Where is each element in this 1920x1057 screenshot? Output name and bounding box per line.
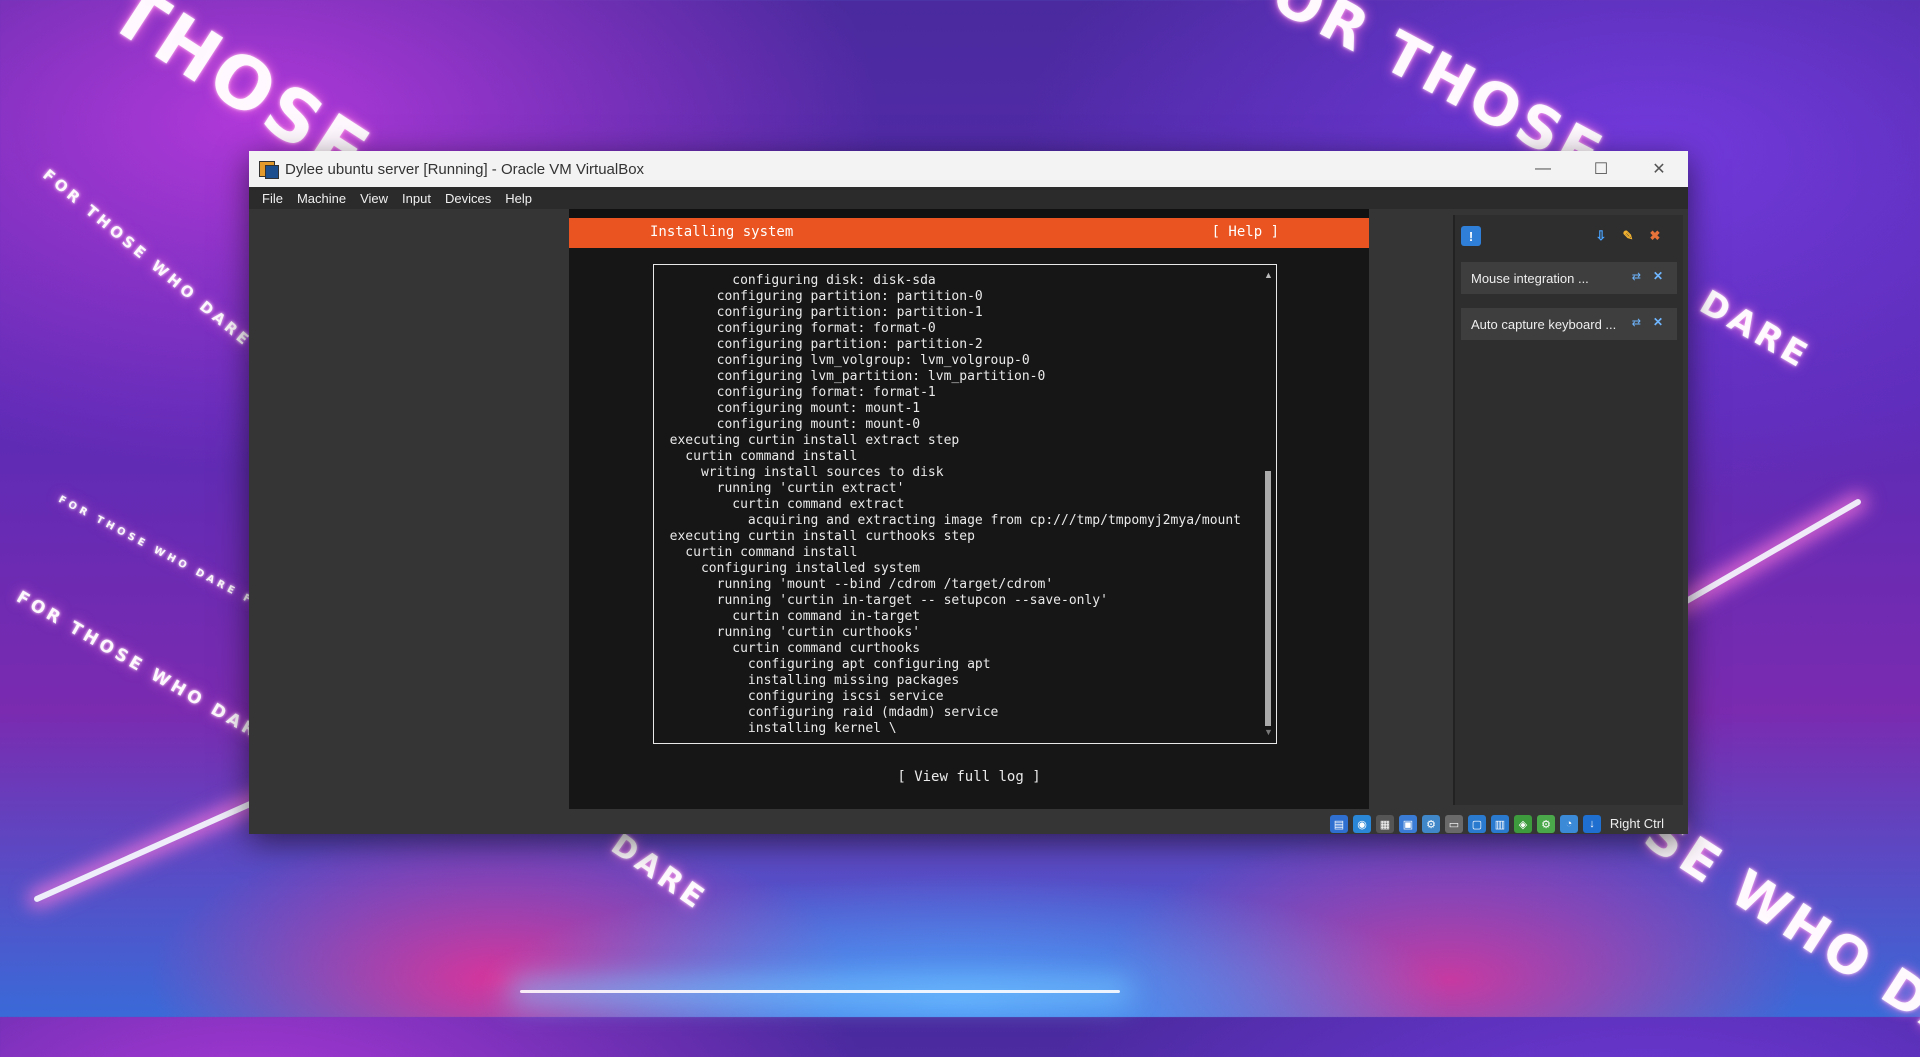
- menu-devices[interactable]: Devices: [438, 191, 498, 206]
- display-icon[interactable]: ▢: [1468, 815, 1486, 833]
- keep-finished-icon[interactable]: ✎: [1618, 226, 1638, 246]
- install-log[interactable]: configuring disk: disk-sda configuring p…: [653, 264, 1277, 744]
- log-line: configuring raid (mdadm) service: [654, 705, 999, 720]
- usb-icon[interactable]: ⚙: [1422, 815, 1440, 833]
- mouse-integration-icon[interactable]: ◔: [1560, 815, 1578, 833]
- log-line: configuring lvm_partition: lvm_partition…: [654, 369, 1046, 384]
- menu-machine[interactable]: Machine: [290, 191, 353, 206]
- menu-help[interactable]: Help: [498, 191, 539, 206]
- window-title: Dylee ubuntu server [Running] - Oracle V…: [285, 160, 645, 178]
- log-line: configuring lvm_volgroup: lvm_volgroup-0: [654, 353, 1030, 368]
- toggle-icon[interactable]: ⇄: [1632, 270, 1641, 283]
- minimize-button[interactable]: —: [1514, 151, 1572, 187]
- log-line: writing install sources to disk: [654, 465, 944, 480]
- wallpaper-text: DARE: [1693, 282, 1817, 378]
- log-line: configuring partition: partition-1: [654, 305, 983, 320]
- log-line: curtin command install: [654, 545, 858, 560]
- log-line: curtin command curthooks: [654, 641, 921, 656]
- log-lines: configuring disk: disk-sda configuring p…: [654, 273, 1241, 737]
- scroll-down-arrow-icon[interactable]: ▼: [1264, 728, 1273, 737]
- notification-item[interactable]: Mouse integration ... ⇄ ✕: [1461, 262, 1677, 294]
- notification-center-icon[interactable]: !: [1461, 226, 1481, 246]
- notification-text: Auto capture keyboard ...: [1471, 317, 1617, 332]
- log-line: curtin command in-target: [654, 609, 921, 624]
- keyboard-capture-icon[interactable]: ↓: [1583, 815, 1601, 833]
- menu-file[interactable]: File: [255, 191, 290, 206]
- log-scrollbar[interactable]: ▲ ▼: [1264, 271, 1273, 737]
- log-line: configuring partition: partition-2: [654, 337, 983, 352]
- optical-drive-icon[interactable]: ◉: [1353, 815, 1371, 833]
- log-line: installing missing packages: [654, 673, 960, 688]
- help-button[interactable]: [ Help ]: [1212, 224, 1279, 240]
- notification-text: Mouse integration ...: [1471, 271, 1589, 286]
- audio-icon[interactable]: ▦: [1376, 815, 1394, 833]
- log-line: executing curtin install extract step: [654, 433, 960, 448]
- log-line: configuring installed system: [654, 561, 921, 576]
- log-line: executing curtin install curthooks step: [654, 529, 975, 544]
- title-bar[interactable]: Dylee ubuntu server [Running] - Oracle V…: [249, 151, 1688, 187]
- log-line: configuring mount: mount-1: [654, 401, 921, 416]
- virtualbox-icon: [259, 159, 279, 179]
- toggle-icon[interactable]: ⇄: [1632, 316, 1641, 329]
- log-line: configuring iscsi service: [654, 689, 944, 704]
- neon-streak: [520, 990, 1120, 993]
- virtualbox-window: Dylee ubuntu server [Running] - Oracle V…: [249, 151, 1688, 834]
- delete-all-icon[interactable]: ✖: [1645, 226, 1665, 246]
- network-icon[interactable]: ▣: [1399, 815, 1417, 833]
- log-line: running 'curtin curthooks': [654, 625, 921, 640]
- log-line: acquiring and extracting image from cp:/…: [654, 513, 1241, 528]
- cpu-icon[interactable]: ⚙: [1537, 815, 1555, 833]
- log-line: curtin command install: [654, 449, 858, 464]
- guest-display[interactable]: Installing system [ Help ] configuring d…: [569, 209, 1369, 809]
- log-line: configuring apt configuring apt: [654, 657, 991, 672]
- hard-disk-icon[interactable]: ▤: [1330, 815, 1348, 833]
- close-icon[interactable]: ✕: [1653, 269, 1663, 283]
- log-line: configuring mount: mount-0: [654, 417, 921, 432]
- installer-title: Installing system: [650, 224, 794, 240]
- log-line: curtin command extract: [654, 497, 905, 512]
- log-line: configuring format: format-0: [654, 321, 936, 336]
- recording-icon[interactable]: ◈: [1514, 815, 1532, 833]
- close-icon[interactable]: ✕: [1653, 315, 1663, 329]
- view-full-log-button[interactable]: [ View full log ]: [569, 769, 1369, 785]
- wallpaper-text: SE WHO DA: [1633, 803, 1920, 1057]
- notification-center: ! ⇩ ✎ ✖ Mouse integration ... ⇄ ✕ Auto c…: [1453, 215, 1683, 805]
- shared-folders-icon[interactable]: ▭: [1445, 815, 1463, 833]
- notification-toolbar: ! ⇩ ✎ ✖: [1455, 215, 1683, 255]
- log-line: configuring disk: disk-sda: [654, 273, 936, 288]
- host-key-label: Right Ctrl: [1609, 816, 1664, 831]
- video-capture-icon[interactable]: ▥: [1491, 815, 1509, 833]
- notification-item[interactable]: Auto capture keyboard ... ⇄ ✕: [1461, 308, 1677, 340]
- log-line: running 'mount --bind /cdrom /target/cdr…: [654, 577, 1054, 592]
- log-line: installing kernel \: [654, 721, 897, 736]
- log-line: configuring partition: partition-0: [654, 289, 983, 304]
- menu-bar: File Machine View Input Devices Help: [249, 187, 1688, 209]
- menu-view[interactable]: View: [353, 191, 395, 206]
- menu-input[interactable]: Input: [395, 191, 438, 206]
- scroll-thumb[interactable]: [1265, 471, 1271, 726]
- log-line: running 'curtin extract': [654, 481, 905, 496]
- scroll-up-arrow-icon[interactable]: ▲: [1264, 271, 1273, 280]
- wallpaper-text: DARE: [604, 827, 714, 918]
- installer-header: Installing system [ Help ]: [569, 218, 1369, 248]
- maximize-button[interactable]: ☐: [1572, 151, 1630, 187]
- close-button[interactable]: ✕: [1630, 151, 1688, 187]
- status-bar: ▤ ◉ ▦ ▣ ⚙ ▭ ▢ ▥ ◈ ⚙ ◔ ↓ Right Ctrl: [249, 814, 1688, 834]
- log-line: running 'curtin in-target -- setupcon --…: [654, 593, 1108, 608]
- sort-order-icon[interactable]: ⇩: [1591, 226, 1611, 246]
- vm-content-area: Installing system [ Help ] configuring d…: [249, 209, 1688, 814]
- log-line: configuring format: format-1: [654, 385, 936, 400]
